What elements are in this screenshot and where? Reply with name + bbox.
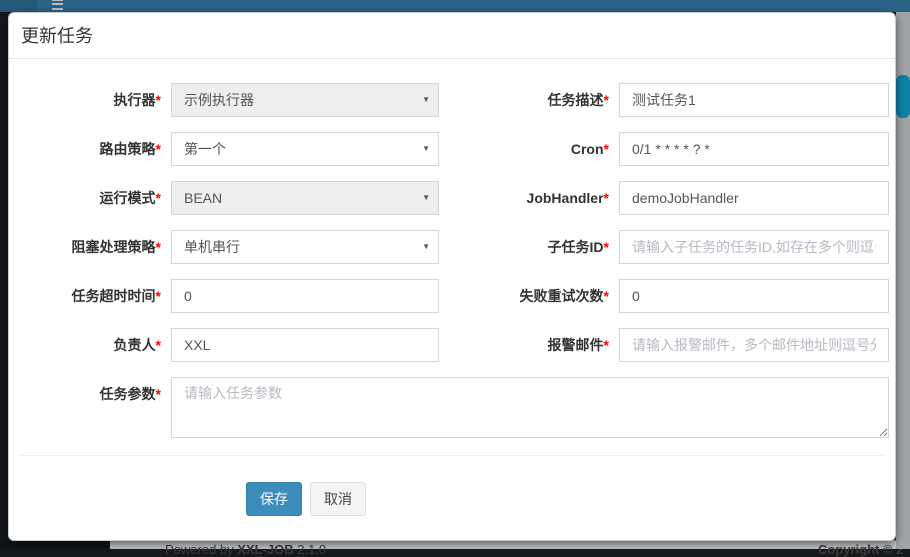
label-text: 负责人 bbox=[114, 337, 156, 353]
fail-retry-input[interactable] bbox=[619, 279, 889, 313]
button-row: 保存 取消 bbox=[246, 482, 366, 516]
required-marker: * bbox=[604, 141, 609, 157]
child-job-id-input[interactable] bbox=[619, 230, 889, 264]
field-label-route-strategy: 路由策略* bbox=[21, 132, 161, 166]
required-marker: * bbox=[604, 92, 609, 108]
field-label-run-mode: 运行模式* bbox=[21, 181, 161, 215]
required-marker: * bbox=[604, 337, 609, 353]
hamburger-bar bbox=[52, 3, 63, 5]
cancel-button[interactable]: 取消 bbox=[310, 482, 366, 516]
field-label-block-strategy: 阻塞处理策略* bbox=[21, 230, 161, 264]
form-row-runmode-handler: 运行模式* BEAN ▼ JobHandler* bbox=[9, 181, 895, 215]
required-marker: * bbox=[604, 239, 609, 255]
field-label-timeout: 任务超时时间* bbox=[21, 279, 161, 313]
top-navbar bbox=[0, 0, 910, 12]
form-row-executor-desc: 执行器* 示例执行器 ▼ 任务描述* bbox=[9, 83, 895, 117]
required-marker: * bbox=[156, 141, 161, 157]
route-strategy-select[interactable]: 第一个 ▼ bbox=[171, 132, 439, 166]
form-row-owner-email: 负责人* 报警邮件* bbox=[9, 328, 895, 362]
required-marker: * bbox=[156, 239, 161, 255]
label-text: 报警邮件 bbox=[548, 337, 604, 353]
copyright-text: Copyright © 2 bbox=[818, 542, 903, 557]
version-text: 2.1.0 bbox=[297, 542, 326, 557]
form-row-timeout-retry: 任务超时时间* 失败重试次数* bbox=[9, 279, 895, 313]
field-label-job-handler: JobHandler* bbox=[469, 181, 609, 215]
job-desc-input[interactable] bbox=[619, 83, 889, 117]
form-row-block-childjob: 阻塞处理策略* 单机串行 ▼ 子任务ID* bbox=[9, 230, 895, 264]
required-marker: * bbox=[156, 386, 161, 402]
cron-input[interactable] bbox=[619, 132, 889, 166]
label-text: 任务超时时间 bbox=[72, 288, 156, 304]
powered-prefix: Powered by bbox=[165, 542, 234, 557]
save-button[interactable]: 保存 bbox=[246, 482, 302, 516]
form-divider bbox=[21, 455, 883, 456]
required-marker: * bbox=[604, 190, 609, 206]
field-label-executor: 执行器* bbox=[21, 83, 161, 117]
form-row-job-param: 任务参数* bbox=[9, 377, 895, 438]
label-text: 路由策略 bbox=[100, 141, 156, 157]
modal-title: 更新任务 bbox=[21, 25, 93, 47]
label-text: Cron bbox=[571, 141, 604, 157]
field-label-fail-retry: 失败重试次数* bbox=[469, 279, 609, 313]
label-text: 失败重试次数 bbox=[520, 288, 604, 304]
label-text: JobHandler bbox=[527, 190, 604, 206]
required-marker: * bbox=[156, 288, 161, 304]
sidebar-strip bbox=[0, 12, 8, 549]
field-label-child-job-id: 子任务ID* bbox=[469, 230, 609, 264]
executor-select: 示例执行器 ▼ bbox=[171, 83, 439, 117]
chevron-down-icon: ▼ bbox=[422, 84, 430, 116]
field-label-job-desc: 任务描述* bbox=[469, 83, 609, 117]
required-marker: * bbox=[156, 92, 161, 108]
chevron-down-icon: ▼ bbox=[422, 231, 430, 263]
run-mode-select: BEAN ▼ bbox=[171, 181, 439, 215]
hamburger-bar bbox=[52, 0, 63, 1]
required-marker: * bbox=[604, 288, 609, 304]
label-text: 执行器 bbox=[114, 92, 156, 108]
select-value: 单机串行 bbox=[184, 239, 240, 255]
label-text: 子任务ID bbox=[548, 239, 604, 255]
block-strategy-select[interactable]: 单机串行 ▼ bbox=[171, 230, 439, 264]
sidebar-footer-block bbox=[0, 540, 110, 549]
field-label-alarm-email: 报警邮件* bbox=[469, 328, 609, 362]
chevron-down-icon: ▼ bbox=[422, 182, 430, 214]
field-label-owner: 负责人* bbox=[21, 328, 161, 362]
powered-by-text: Powered by XXL-JOB 2.1.0 bbox=[165, 542, 326, 557]
owner-input[interactable] bbox=[171, 328, 439, 362]
form-row-route-cron: 路由策略* 第一个 ▼ Cron* bbox=[9, 132, 895, 166]
label-text: 任务描述 bbox=[548, 92, 604, 108]
timeout-input[interactable] bbox=[171, 279, 439, 313]
label-text: 阻塞处理策略 bbox=[72, 239, 156, 255]
scrollbar-thumb[interactable] bbox=[896, 75, 910, 118]
update-task-modal: 更新任务 执行器* 示例执行器 ▼ 任务描述* 路由策略* 第一个 ▼ Cron… bbox=[8, 12, 896, 541]
alarm-email-input[interactable] bbox=[619, 328, 889, 362]
scrollbar[interactable] bbox=[896, 12, 910, 549]
job-param-textarea[interactable] bbox=[171, 377, 889, 438]
field-label-cron: Cron* bbox=[469, 132, 609, 166]
select-value: 示例执行器 bbox=[184, 92, 254, 108]
chevron-down-icon: ▼ bbox=[422, 133, 430, 165]
select-value: BEAN bbox=[184, 190, 222, 206]
required-marker: * bbox=[156, 190, 161, 206]
label-text: 任务参数 bbox=[100, 386, 156, 402]
label-text: 运行模式 bbox=[100, 190, 156, 206]
navbar-logo-area bbox=[0, 0, 37, 12]
modal-header: 更新任务 bbox=[9, 13, 895, 59]
field-label-job-param: 任务参数* bbox=[21, 377, 161, 411]
select-value: 第一个 bbox=[184, 141, 226, 157]
hamburger-bar bbox=[52, 8, 63, 10]
brand-name: XXL-JOB bbox=[237, 542, 293, 557]
required-marker: * bbox=[156, 337, 161, 353]
job-handler-input[interactable] bbox=[619, 181, 889, 215]
hamburger-icon[interactable] bbox=[52, 0, 64, 12]
